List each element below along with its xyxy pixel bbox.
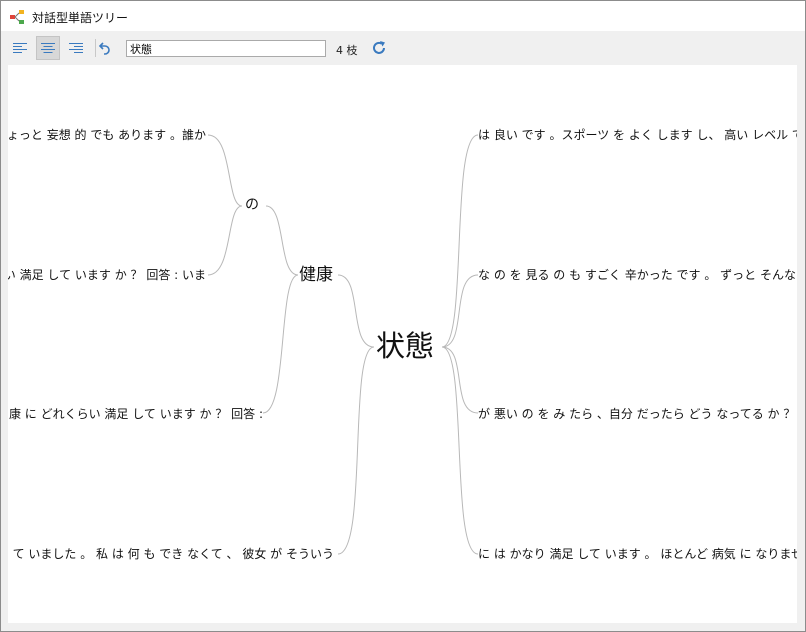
- align-center-button[interactable]: [36, 36, 60, 60]
- edge-root-right-1: [441, 134, 479, 348]
- branch-word-kenkou[interactable]: 健康: [299, 267, 333, 284]
- title-bar: 対話型単語ツリー: [1, 1, 805, 31]
- edge-no-leaf-1: [207, 134, 243, 207]
- edge-kenkou-no: [265, 205, 299, 276]
- refresh-button[interactable]: [367, 36, 391, 60]
- align-left-button[interactable]: [8, 36, 32, 60]
- branch-word-no[interactable]: の: [245, 198, 259, 212]
- edge-root-right-2: [441, 274, 479, 348]
- align-right-icon: [69, 43, 83, 53]
- edge-no-leaf-2: [207, 205, 243, 276]
- edge-root-leaf-4: [337, 346, 375, 555]
- app-window: 対話型単語ツリー 状態 4 枝 状態 健康 の ちょっと 妄想 的 でも ありま…: [0, 0, 806, 632]
- branch-count: 4 枝: [336, 44, 358, 57]
- undo-button[interactable]: [93, 36, 117, 60]
- undo-icon: [98, 42, 110, 55]
- align-right-button[interactable]: [64, 36, 88, 60]
- word-tree-canvas: 状態 健康 の ちょっと 妄想 的 でも あります 。誰か い 満足 して いま…: [8, 65, 797, 623]
- left-leaf-phrase[interactable]: 渇っ て いました 。 私 は 何 も でき なくて 、 彼女 が そういう: [8, 548, 334, 560]
- edge-root-right-4: [441, 346, 479, 555]
- right-leaf-phrase[interactable]: は 良い です 。スポーツ を よく します し、 高い レベル で 競争: [478, 129, 797, 141]
- word-tree-app-icon: [10, 10, 24, 24]
- right-leaf-phrase[interactable]: が 悪い の を み たら 、自分 だったら どう なってる か ？ って 心: [478, 408, 797, 420]
- left-leaf-phrase[interactable]: ちょっと 妄想 的 でも あります 。誰か: [8, 129, 206, 141]
- right-leaf-phrase[interactable]: な の を 見る の も すごく 辛かった です 。 ずっと そんな だった の: [478, 269, 797, 281]
- edge-root-kenkou: [337, 274, 375, 348]
- align-left-icon: [13, 43, 27, 53]
- edge-root-right-3: [441, 346, 479, 414]
- root-word[interactable]: 状態: [376, 332, 434, 361]
- align-center-icon: [41, 43, 55, 53]
- left-leaf-phrase[interactable]: 康 に どれくらい 満足 して います か ？ 回答 :: [9, 408, 263, 420]
- search-input[interactable]: [126, 40, 326, 57]
- refresh-icon: [373, 41, 385, 54]
- right-leaf-phrase[interactable]: に は かなり 満足 して います 。 ほとんど 病気 に なりません し: [478, 548, 797, 560]
- toolbar: 4 枝: [1, 32, 805, 64]
- window-title: 対話型単語ツリー: [32, 11, 129, 25]
- edge-kenkou-leaf-3: [262, 274, 299, 414]
- left-leaf-phrase[interactable]: い 満足 して います か ？ 回答 : いま: [8, 269, 206, 281]
